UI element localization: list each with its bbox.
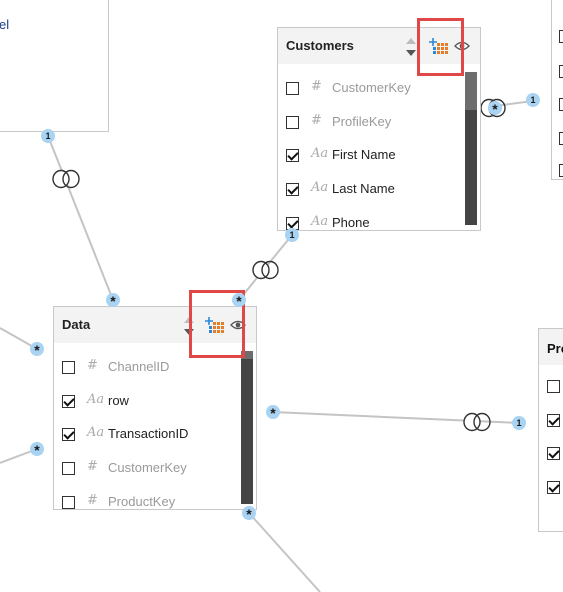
field-label: row (108, 393, 129, 408)
field-label: First Name (332, 147, 396, 162)
number-type-icon: # (87, 459, 98, 474)
field-row[interactable]: # ChannelID (54, 357, 239, 383)
cardinality-many-marker[interactable]: * (30, 342, 44, 358)
table-title: Data (62, 317, 91, 332)
relationship-line-topleft-data (47, 135, 114, 301)
field-label: ProfileKey (332, 114, 392, 129)
field-checkbox[interactable] (559, 98, 563, 111)
field-label: ProductKey (108, 494, 176, 509)
field-row[interactable]: # ProfileKey (278, 112, 463, 138)
field-label: CustomerKey (108, 460, 187, 475)
field-checkbox[interactable] (559, 65, 563, 78)
field-checkbox[interactable] (62, 361, 75, 374)
field-checkbox[interactable] (286, 149, 299, 162)
table-card-partial-right[interactable]: Pro (538, 328, 563, 532)
field-row[interactable]: # CustomerKey (54, 458, 239, 484)
field-checkbox[interactable] (62, 496, 75, 509)
text-type-icon: Aa (311, 214, 329, 229)
field-checkbox[interactable] (286, 183, 299, 196)
bidirectional-filter-icon (252, 260, 279, 280)
cardinality-many-marker[interactable]: * (488, 101, 502, 117)
field-checkbox[interactable] (547, 380, 560, 393)
text-type-icon: Aa (311, 180, 329, 195)
field-row[interactable]: Aa First Name (278, 145, 463, 171)
field-checkbox[interactable] (547, 447, 560, 460)
cardinality-one-marker[interactable]: 1 (285, 228, 299, 242)
field-row[interactable]: Aa row (54, 391, 239, 417)
field-row[interactable]: # ProductKey (54, 492, 239, 509)
text-type-icon: Aa (87, 392, 105, 407)
partial-table-text: el (0, 17, 10, 32)
cardinality-one-marker[interactable]: 1 (512, 416, 526, 430)
field-checkbox[interactable] (547, 481, 560, 494)
highlight-box (417, 18, 464, 76)
field-checkbox[interactable] (559, 164, 563, 177)
field-row[interactable]: Aa Last Name (278, 179, 463, 205)
field-label: TransactionID (108, 426, 189, 441)
scrollbar[interactable] (465, 72, 477, 225)
number-type-icon: # (87, 493, 98, 508)
table-title: Pro (547, 341, 563, 356)
field-checkbox[interactable] (559, 132, 563, 145)
resize-arrows-icon[interactable] (405, 37, 417, 57)
number-type-icon: # (87, 358, 98, 373)
field-checkbox[interactable] (62, 428, 75, 441)
field-label: ChannelID (108, 359, 170, 374)
text-type-icon: Aa (87, 425, 105, 440)
field-label: CustomerKey (332, 80, 411, 95)
table-card-partial-topleft[interactable]: el (0, 0, 109, 132)
number-type-icon: # (311, 113, 322, 128)
field-checkbox[interactable] (547, 414, 560, 427)
table-card-partial-topright[interactable] (551, 0, 563, 180)
field-row[interactable]: Aa TransactionID (54, 424, 239, 450)
table-title: Customers (286, 38, 354, 53)
field-checkbox[interactable] (286, 116, 299, 129)
scrollbar[interactable] (241, 351, 253, 504)
field-row[interactable]: # CustomerKey (278, 78, 463, 104)
cardinality-many-marker[interactable]: * (30, 442, 44, 458)
cardinality-one-marker[interactable]: 1 (526, 93, 540, 107)
cardinality-many-marker[interactable]: * (242, 506, 256, 522)
cardinality-many-marker[interactable]: * (106, 293, 120, 309)
cardinality-many-marker[interactable]: * (232, 293, 246, 309)
cardinality-one-marker[interactable]: 1 (41, 129, 55, 143)
bidirectional-filter-icon (52, 169, 80, 189)
field-checkbox[interactable] (62, 395, 75, 408)
field-checkbox[interactable] (286, 82, 299, 95)
text-type-icon: Aa (311, 146, 329, 161)
number-type-icon: # (311, 79, 322, 94)
cardinality-many-marker[interactable]: * (266, 405, 280, 421)
field-row[interactable]: Aa Phone (278, 213, 463, 230)
scrollbar-thumb[interactable] (465, 72, 477, 110)
field-label: Last Name (332, 181, 395, 196)
field-checkbox[interactable] (62, 462, 75, 475)
field-label: Phone (332, 215, 370, 230)
relationship-line-data-bottom (248, 512, 321, 592)
field-checkbox[interactable] (559, 30, 563, 43)
